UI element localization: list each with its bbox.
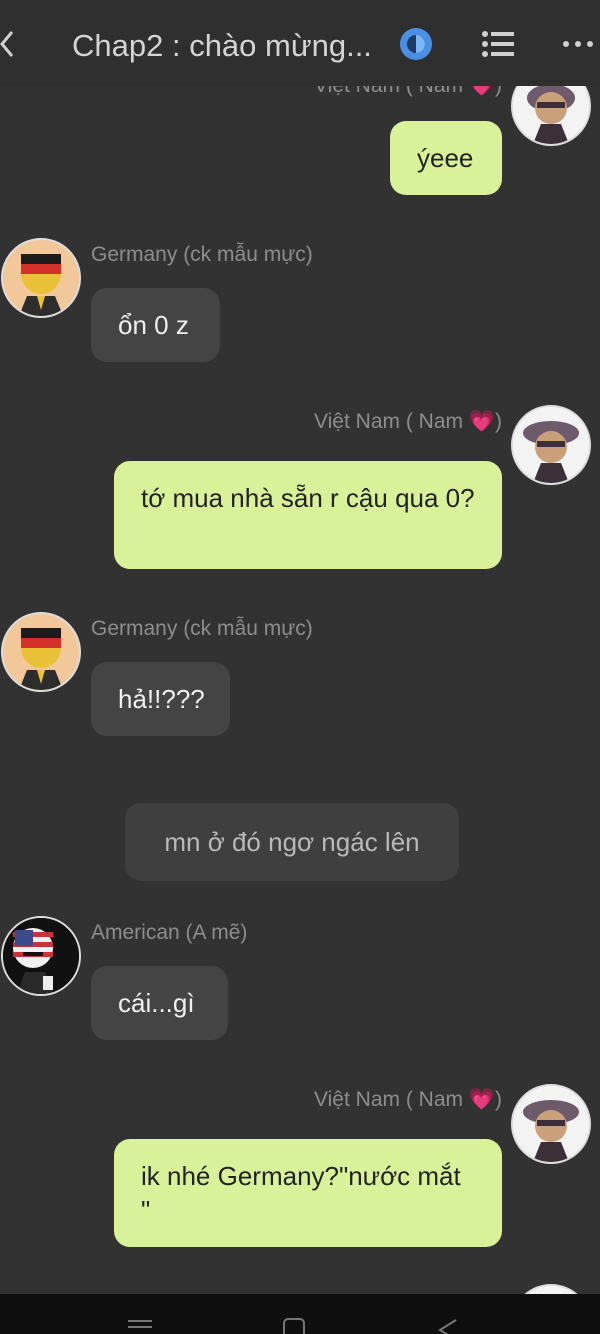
back-icon[interactable] xyxy=(0,24,22,64)
heart-icon: 💗 xyxy=(468,1088,495,1111)
narration-bubble[interactable]: mn ở đó ngơ ngác lên xyxy=(125,803,459,881)
avatar-vietnam[interactable] xyxy=(511,1084,591,1164)
list-icon[interactable] xyxy=(482,30,514,58)
clock-icon[interactable] xyxy=(398,26,434,62)
home-icon[interactable] xyxy=(283,1318,305,1334)
sender-name: Germany (ck mẫu mực) xyxy=(91,617,313,640)
avatar-american[interactable] xyxy=(1,916,81,996)
more-icon[interactable] xyxy=(560,34,600,54)
message-bubble-me[interactable]: tớ mua nhà sẵn r cậu qua 0? xyxy=(114,461,502,569)
menu-icon[interactable] xyxy=(128,1318,152,1334)
chat-area[interactable]: Việt Nam ( Nam 💗) ýeee Germany (ck mẫu m… xyxy=(0,0,600,1294)
sender-name: Việt Nam ( Nam 💗) xyxy=(314,1088,502,1111)
system-nav-bar xyxy=(0,1294,600,1334)
message-bubble-me[interactable]: ýeee xyxy=(390,121,502,195)
sender-name: American (A mẽ) xyxy=(91,921,248,944)
avatar-vietnam[interactable] xyxy=(511,405,591,485)
page-title: Chap2 : chào mừng... xyxy=(72,28,372,63)
back-nav-icon[interactable] xyxy=(436,1318,458,1334)
heart-icon: 💗 xyxy=(468,410,495,433)
message-bubble-other[interactable]: hả!!??? xyxy=(91,662,230,736)
top-bar: Chap2 : chào mừng... xyxy=(0,0,600,86)
sender-name: Việt Nam ( Nam 💗) xyxy=(314,410,502,433)
message-bubble-me[interactable]: ik nhé Germany?"nước mắt " xyxy=(114,1139,502,1247)
avatar-germany[interactable] xyxy=(1,612,81,692)
sender-name: Germany (ck mẫu mực) xyxy=(91,243,313,266)
message-bubble-other[interactable]: cái...gì xyxy=(91,966,228,1040)
avatar-vietnam[interactable] xyxy=(511,1284,591,1294)
avatar-germany[interactable] xyxy=(1,238,81,318)
message-bubble-other[interactable]: ổn 0 z xyxy=(91,288,220,362)
